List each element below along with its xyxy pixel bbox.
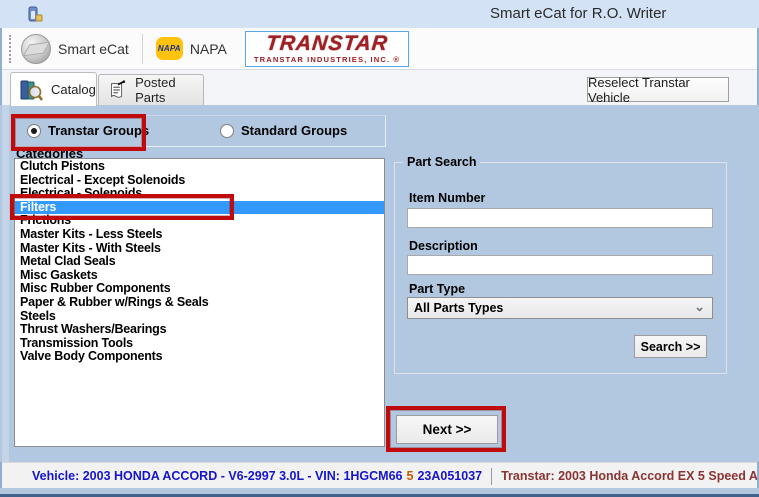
transtar-logo-subtitle: TRANSTAR INDUSTRIES, INC. ® (254, 55, 400, 64)
radio-circle (27, 124, 41, 138)
item-number-label: Item Number (409, 191, 485, 205)
next-button[interactable]: Next >> (396, 415, 498, 444)
list-item[interactable]: Metal Clad Seals (15, 255, 384, 269)
status-vehicle-text: Vehicle: 2003 HONDA ACCORD - V6-2997 3.0… (32, 469, 403, 483)
radio-standard-groups-label: Standard Groups (241, 123, 347, 138)
list-item[interactable]: Master Kits - Less Steels (15, 228, 384, 242)
list-item[interactable]: Frictions (15, 214, 384, 228)
tab-catalog-label: Catalog (51, 82, 96, 97)
list-item[interactable]: Misc Gaskets (15, 269, 384, 283)
transtar-button[interactable]: TRANSTAR TRANSTAR INDUSTRIES, INC. ® (245, 31, 409, 67)
list-item[interactable]: Electrical - Except Solenoids (15, 174, 384, 188)
part-search-groupbox: Part Search Item Number Description Part… (394, 162, 727, 374)
status-separator (491, 468, 492, 485)
smart-ecat-button[interactable]: Smart eCat (11, 31, 139, 67)
radio-transtar-groups[interactable]: Transtar Groups (27, 123, 149, 138)
radio-transtar-groups-label: Transtar Groups (48, 123, 149, 138)
app-icon (28, 6, 43, 22)
list-item[interactable]: Thrust Washers/Bearings (15, 323, 384, 337)
radio-standard-groups[interactable]: Standard Groups (220, 123, 347, 138)
groups-radio-panel: Transtar Groups Standard Groups (14, 115, 386, 147)
list-item[interactable]: Master Kits - With Steels (15, 242, 384, 256)
list-item-selected[interactable]: Filters (15, 201, 384, 215)
item-number-input[interactable] (407, 208, 713, 228)
tab-strip: Catalog Posted Parts Reselect Transtar V… (2, 70, 757, 105)
smart-ecat-icon (21, 34, 51, 64)
tab-posted-parts-label: Posted Parts (135, 75, 203, 105)
categories-listbox[interactable]: Clutch Pistons Electrical - Except Solen… (14, 158, 385, 447)
title-bar: Smart eCat for R.O. Writer (0, 0, 759, 28)
napa-button[interactable]: NAPA NAPA (146, 31, 237, 67)
part-type-value: All Parts Types (414, 301, 503, 315)
transtar-logo: TRANSTAR (253, 33, 401, 54)
reselect-transtar-vehicle-button[interactable]: Reselect Transtar Vehicle (587, 77, 729, 102)
toolbar: Smart eCat NAPA NAPA TRANSTAR TRANSTAR I… (2, 28, 757, 70)
tab-posted-parts[interactable]: Posted Parts (98, 74, 204, 105)
napa-label: NAPA (190, 41, 227, 57)
toolbar-separator (142, 34, 143, 64)
status-transtar-text: Transtar: 2003 Honda Accord EX 5 Speed A… (501, 469, 757, 483)
part-search-title: Part Search (403, 155, 480, 169)
list-item[interactable]: Steels (15, 310, 384, 324)
description-label: Description (409, 239, 478, 253)
tab-catalog[interactable]: Catalog (10, 72, 97, 106)
part-type-select[interactable]: All Parts Types ⌄ (407, 297, 713, 319)
list-item[interactable]: Misc Rubber Components (15, 282, 384, 296)
window-bottom-edge (0, 488, 759, 497)
part-type-label: Part Type (409, 282, 465, 296)
chevron-down-icon: ⌄ (694, 299, 705, 315)
status-vin-suffix: 23A051037 (417, 469, 482, 483)
list-item[interactable]: Transmission Tools (15, 337, 384, 351)
page-left-strip (2, 105, 9, 462)
radio-circle (220, 124, 234, 138)
window-title: Smart eCat for R.O. Writer (490, 5, 666, 22)
search-button[interactable]: Search >> (634, 335, 707, 358)
description-input[interactable] (407, 255, 713, 275)
napa-icon: NAPA (156, 37, 183, 60)
smart-ecat-label: Smart eCat (58, 41, 129, 57)
list-item[interactable]: Valve Body Components (15, 350, 384, 364)
list-item[interactable]: Electrical - Solenoids (15, 187, 384, 201)
app-window: Smart eCat for R.O. Writer Smart eCat NA… (0, 0, 759, 497)
list-item[interactable]: Paper & Rubber w/Rings & Seals (15, 296, 384, 310)
catalog-books-icon (19, 79, 43, 101)
list-item[interactable]: Clutch Pistons (15, 160, 384, 174)
status-vin-highlight: 5 (407, 469, 414, 483)
posted-parts-scroll-icon (107, 79, 127, 101)
status-bar: Vehicle: 2003 HONDA ACCORD - V6-2997 3.0… (2, 462, 757, 489)
